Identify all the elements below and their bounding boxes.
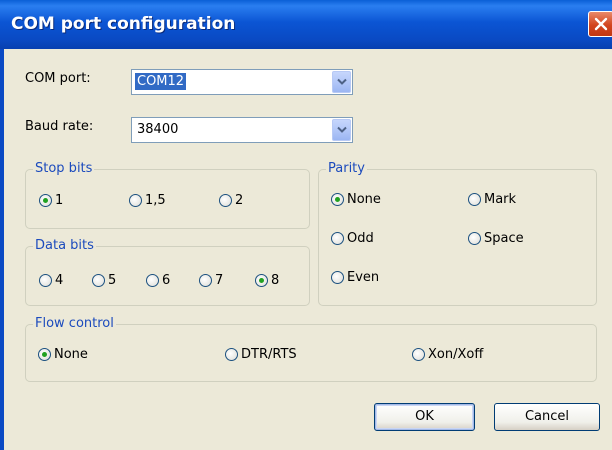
com-port-dropdown-button[interactable] — [332, 71, 351, 93]
baud-rate-value: 38400 — [137, 122, 179, 137]
window-frame — [0, 49, 4, 450]
radio-button-icon — [255, 273, 268, 287]
data-bits-option-label: 6 — [162, 272, 171, 288]
flow-control-legend: Flow control — [33, 316, 116, 331]
flow-control-option-label: None — [54, 346, 88, 362]
stop-bits-legend: Stop bits — [33, 161, 95, 176]
stop-bits-option-label: 1 — [55, 192, 64, 208]
radio-button-icon — [199, 273, 212, 287]
flow-control-radio-none[interactable]: None — [38, 345, 88, 363]
flow-control-option-label: DTR/RTS — [241, 346, 297, 362]
flow-control-radio-dtr-rts[interactable]: DTR/RTS — [225, 345, 297, 363]
flow-control-radio-xon-xoff[interactable]: Xon/Xoff — [412, 345, 483, 363]
parity-radio-even[interactable]: Even — [331, 268, 379, 286]
radio-button-icon — [331, 270, 344, 284]
stop-bits-option-label: 2 — [235, 192, 244, 208]
title-bar[interactable]: COM port configuration — [0, 0, 612, 49]
flow-control-option-label: Xon/Xoff — [428, 346, 484, 362]
stop-bits-group: Stop bits — [25, 161, 310, 229]
cancel-button[interactable]: Cancel — [494, 403, 600, 431]
radio-button-icon — [129, 193, 142, 207]
parity-option-label: None — [347, 191, 381, 207]
parity-radio-mark[interactable]: Mark — [468, 190, 516, 208]
stop-bits-option-label: 1,5 — [145, 192, 166, 208]
radio-button-icon — [92, 273, 105, 287]
data-bits-radio-8[interactable]: 8 — [255, 271, 279, 289]
parity-radio-odd[interactable]: Odd — [331, 229, 374, 247]
com-port-value: COM12 — [135, 73, 187, 90]
baud-rate-select[interactable]: 38400 — [131, 117, 353, 143]
parity-option-label: Odd — [347, 230, 374, 246]
radio-button-icon — [146, 273, 159, 287]
parity-radio-space[interactable]: Space — [468, 229, 524, 247]
stop-bits-radio-1[interactable]: 1 — [39, 191, 63, 209]
ok-button[interactable]: OK — [374, 403, 475, 431]
parity-option-label: Mark — [484, 191, 517, 207]
flow-control-group: Flow control — [25, 316, 597, 382]
radio-button-icon — [331, 231, 344, 245]
data-bits-radio-6[interactable]: 6 — [146, 271, 170, 289]
data-bits-radio-7[interactable]: 7 — [199, 271, 223, 289]
radio-button-icon — [225, 347, 238, 361]
chevron-down-icon — [337, 126, 347, 133]
radio-button-icon — [39, 273, 52, 287]
baud-rate-label: Baud rate: — [25, 119, 94, 134]
data-bits-legend: Data bits — [33, 238, 96, 253]
data-bits-option-label: 7 — [215, 272, 224, 288]
radio-button-icon — [39, 193, 52, 207]
parity-option-label: Space — [484, 230, 524, 246]
radio-button-icon — [468, 192, 481, 206]
radio-button-icon — [331, 192, 344, 206]
stop-bits-radio-2[interactable]: 2 — [219, 191, 243, 209]
close-icon — [594, 17, 608, 31]
dialog-window: COM port configuration COM port: COM12 B… — [0, 0, 612, 450]
radio-button-icon — [468, 231, 481, 245]
com-port-label: COM port: — [25, 71, 91, 86]
data-bits-radio-4[interactable]: 4 — [39, 271, 63, 289]
radio-button-icon — [412, 347, 425, 361]
radio-button-icon — [38, 347, 51, 361]
data-bits-option-label: 4 — [55, 272, 64, 288]
com-port-select[interactable]: COM12 — [131, 69, 353, 95]
window-title: COM port configuration — [11, 14, 236, 34]
parity-radio-none[interactable]: None — [331, 190, 381, 208]
stop-bits-radio-1-5[interactable]: 1,5 — [129, 191, 166, 209]
radio-button-icon — [219, 193, 232, 207]
data-bits-option-label: 8 — [271, 272, 280, 288]
close-button[interactable] — [588, 11, 612, 37]
data-bits-radio-5[interactable]: 5 — [92, 271, 116, 289]
baud-rate-dropdown-button[interactable] — [332, 119, 351, 141]
parity-legend: Parity — [326, 161, 367, 176]
data-bits-option-label: 5 — [108, 272, 117, 288]
parity-option-label: Even — [347, 269, 380, 285]
chevron-down-icon — [337, 78, 347, 85]
